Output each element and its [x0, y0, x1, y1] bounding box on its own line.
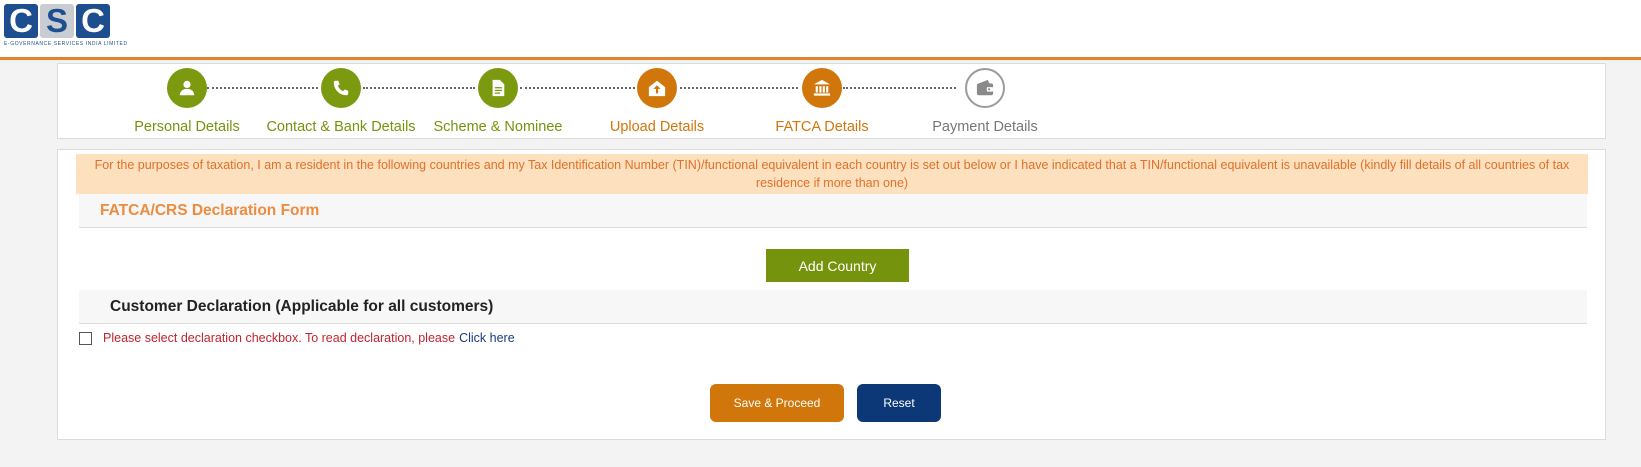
declaration-link[interactable]: Click here [459, 331, 515, 345]
step-label: Personal Details [134, 119, 240, 135]
logo-letter-c2: C [76, 4, 110, 38]
step-payment-details[interactable]: Payment Details [895, 68, 1075, 135]
logo-letter-c1: C [4, 4, 38, 38]
step-circle [478, 68, 518, 108]
logo-letter-s: S [40, 4, 74, 38]
save-proceed-button[interactable]: Save & Proceed [710, 384, 844, 422]
logo-subtitle: e-Governance Services India Limited [4, 41, 128, 47]
top-header: C S C e-Governance Services India Limite… [0, 0, 1641, 60]
step-contact-bank[interactable]: Contact & Bank Details [251, 68, 431, 135]
step-label: Upload Details [609, 119, 705, 135]
step-personal-details[interactable]: Personal Details [97, 68, 277, 135]
step-scheme-nominee[interactable]: Scheme & Nominee [408, 68, 588, 135]
document-icon [492, 79, 505, 97]
customer-declaration-title: Customer Declaration (Applicable for all… [110, 298, 494, 315]
step-circle [637, 68, 677, 108]
reset-button[interactable]: Reset [857, 384, 941, 422]
customer-declaration-header: Customer Declaration (Applicable for all… [79, 290, 1587, 324]
step-circle [167, 68, 207, 108]
step-fatca-details[interactable]: FATCA Details [732, 68, 912, 135]
declaration-checkbox[interactable] [79, 331, 92, 345]
progress-stepper: Personal Details Contact & Bank Details … [57, 63, 1606, 139]
fatca-section-header: FATCA/CRS Declaration Form [79, 194, 1587, 228]
csc-logo[interactable]: C S C e-Governance Services India Limite… [4, 4, 128, 52]
step-label: Payment Details [932, 119, 1038, 135]
step-label: FATCA Details [775, 119, 869, 135]
fatca-form-panel: For the purposes of taxation, I am a res… [57, 149, 1606, 440]
bank-icon [813, 79, 831, 96]
user-icon [179, 80, 195, 96]
fatca-title: FATCA/CRS Declaration Form [100, 202, 320, 219]
phone-icon [333, 80, 349, 96]
logo-letters: C S C [4, 4, 116, 38]
step-circle [802, 68, 842, 108]
add-country-button[interactable]: Add Country [766, 249, 909, 282]
step-label: Scheme & Nominee [433, 119, 563, 135]
declaration-text: Please select declaration checkbox. To r… [103, 331, 456, 345]
upload-icon [648, 80, 666, 97]
step-circle [321, 68, 361, 108]
step-circle [965, 68, 1005, 108]
tax-residence-notice: For the purposes of taxation, I am a res… [76, 154, 1588, 194]
wallet-icon [976, 79, 994, 96]
declaration-row: Please select declaration checkbox. To r… [79, 331, 515, 345]
step-label: Contact & Bank Details [266, 119, 416, 135]
step-upload-details[interactable]: Upload Details [567, 68, 747, 135]
